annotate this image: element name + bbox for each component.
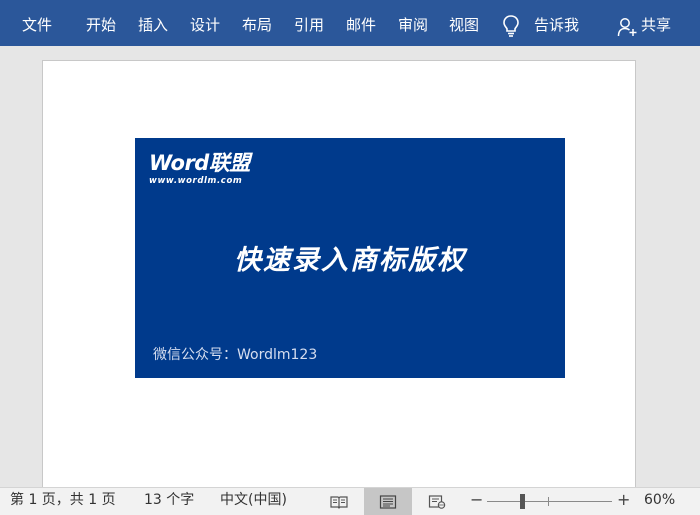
document-canvas[interactable]: Word联盟 www.wordlm.com 快速录入商标版权 微信公众号：Wor… bbox=[0, 46, 700, 487]
tab-file[interactable]: 文件 bbox=[22, 0, 52, 46]
print-layout-button[interactable] bbox=[364, 488, 412, 515]
ribbon-menu-bar: 文件 开始 插入 设计 布局 引用 邮件 审阅 视图 告诉我 共享 bbox=[0, 0, 700, 46]
status-bar: 第 1 页，共 1 页 13 个字 中文(中国) − + 60% bbox=[0, 487, 700, 515]
logo-text: Word联盟 bbox=[149, 151, 250, 175]
word-count[interactable]: 13 个字 bbox=[144, 488, 194, 515]
banner-title: 快速录入商标版权 bbox=[234, 245, 466, 276]
zoom-out-button[interactable]: − bbox=[470, 488, 483, 515]
tab-view[interactable]: 视图 bbox=[449, 0, 479, 46]
zoom-slider-thumb[interactable] bbox=[520, 494, 525, 509]
share-button[interactable]: 共享 bbox=[641, 0, 671, 46]
tab-layout[interactable]: 布局 bbox=[242, 0, 272, 46]
zoom-slider-center-mark bbox=[548, 497, 549, 506]
print-layout-icon bbox=[379, 494, 397, 509]
language-indicator[interactable]: 中文(中国) bbox=[220, 488, 287, 515]
zoom-level[interactable]: 60% bbox=[644, 488, 675, 515]
logo-url: www.wordlm.com bbox=[149, 176, 243, 186]
share-user-icon[interactable] bbox=[617, 17, 639, 37]
tab-review[interactable]: 审阅 bbox=[398, 0, 428, 46]
inserted-image[interactable]: Word联盟 www.wordlm.com 快速录入商标版权 微信公众号：Wor… bbox=[135, 138, 565, 378]
web-layout-icon bbox=[428, 494, 446, 509]
web-layout-button[interactable] bbox=[413, 488, 461, 515]
zoom-slider-track[interactable] bbox=[487, 501, 612, 502]
tab-references[interactable]: 引用 bbox=[294, 0, 324, 46]
zoom-in-button[interactable]: + bbox=[617, 488, 630, 515]
read-mode-button[interactable] bbox=[315, 488, 363, 515]
tab-insert[interactable]: 插入 bbox=[138, 0, 168, 46]
tab-mailings[interactable]: 邮件 bbox=[346, 0, 376, 46]
lightbulb-icon[interactable] bbox=[500, 14, 522, 38]
book-icon bbox=[330, 495, 348, 509]
banner-footer: 微信公众号：Wordlm123 bbox=[153, 347, 318, 363]
page-count[interactable]: 第 1 页，共 1 页 bbox=[10, 488, 116, 515]
wordlm-logo: Word联盟 www.wordlm.com bbox=[149, 152, 250, 186]
tab-design[interactable]: 设计 bbox=[190, 0, 220, 46]
tell-me-search[interactable]: 告诉我 bbox=[534, 0, 579, 46]
tab-home[interactable]: 开始 bbox=[86, 0, 116, 46]
